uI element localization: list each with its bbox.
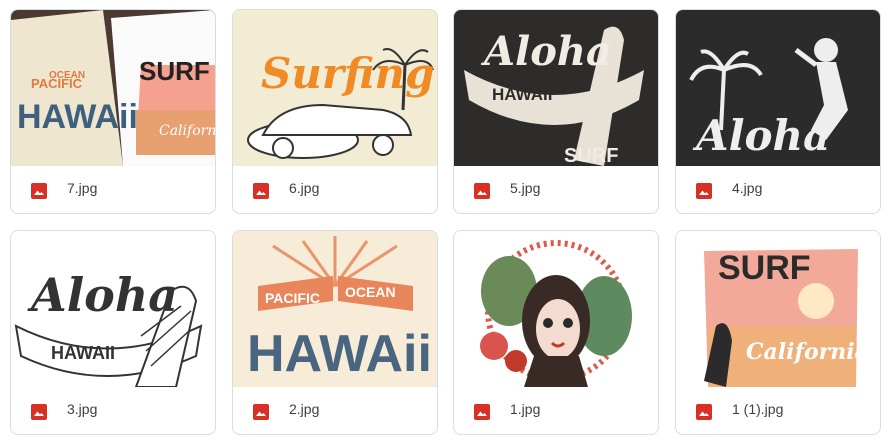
file-name: 4.jpg: [732, 180, 763, 196]
thumb-text: Aloha: [480, 28, 612, 75]
image-file-icon: [474, 404, 490, 420]
file-card-1-1[interactable]: SURF California 1 (1).jpg: [675, 230, 881, 435]
file-name: 3.jpg: [67, 401, 98, 417]
file-card-3[interactable]: Aloha HAWAII 3.jpg: [10, 230, 216, 435]
thumbnail-1: [454, 231, 658, 387]
file-card-4[interactable]: Aloha 4.jpg: [675, 9, 881, 214]
image-file-icon: [31, 183, 47, 199]
thumb-text: HAWAii: [17, 98, 138, 136]
file-name: 2.jpg: [289, 401, 320, 417]
thumbnail-2: PACIFIC OCEAN HAWAii: [233, 231, 437, 387]
image-file-icon: [474, 183, 490, 199]
thumbnail-7: PACIFIC OCEAN HAWAii SURF California: [11, 10, 215, 166]
file-footer: 2.jpg: [233, 387, 437, 434]
thumbnail-4: Aloha: [676, 10, 880, 166]
thumb-text: Aloha: [27, 268, 178, 322]
thumb-text: SURF: [718, 249, 811, 287]
thumbnail-6: Surfing: [233, 10, 437, 166]
thumbnail-5: Aloha HAWAII SURF: [454, 10, 658, 166]
file-card-5[interactable]: Aloha HAWAII SURF 5.jpg: [453, 9, 659, 214]
file-name: 6.jpg: [289, 180, 320, 196]
image-file-icon: [253, 404, 269, 420]
file-name: 1 (1).jpg: [732, 401, 784, 417]
image-file-icon: [31, 404, 47, 420]
file-card-7[interactable]: PACIFIC OCEAN HAWAii SURF California 7.j…: [10, 9, 216, 214]
file-name: 5.jpg: [510, 180, 541, 196]
image-file-icon: [253, 183, 269, 199]
file-card-2[interactable]: PACIFIC OCEAN HAWAii 2.jpg: [232, 230, 438, 435]
thumbnail-3: Aloha HAWAII: [11, 231, 215, 387]
file-footer: 5.jpg: [454, 166, 658, 213]
thumb-text: HAWAII: [51, 343, 115, 363]
file-name: 7.jpg: [67, 180, 98, 196]
file-card-1[interactable]: 1.jpg: [453, 230, 659, 435]
file-footer: 1.jpg: [454, 387, 658, 434]
file-card-6[interactable]: Surfing 6.jpg: [232, 9, 438, 214]
file-footer: 4.jpg: [676, 166, 880, 213]
thumb-text: SURF: [139, 56, 210, 86]
thumb-text: Aloha: [692, 111, 830, 160]
thumb-text: HAWAii: [247, 325, 432, 383]
file-footer: 6.jpg: [233, 166, 437, 213]
image-file-icon: [696, 183, 712, 199]
thumb-text: California: [159, 123, 215, 139]
thumbnail-1-1: SURF California: [676, 231, 880, 387]
thumb-text: HAWAII: [492, 85, 552, 104]
file-footer: 3.jpg: [11, 387, 215, 434]
thumb-text: OCEAN: [49, 70, 85, 81]
thumb-text: PACIFIC: [265, 290, 320, 306]
file-name: 1.jpg: [510, 401, 541, 417]
image-file-icon: [696, 404, 712, 420]
thumb-text: SURF: [564, 145, 618, 166]
thumb-text: California: [746, 339, 869, 365]
thumb-text: Surfing: [261, 49, 434, 98]
file-footer: 1 (1).jpg: [676, 387, 880, 434]
file-footer: 7.jpg: [11, 166, 215, 213]
thumb-text: OCEAN: [345, 284, 396, 300]
